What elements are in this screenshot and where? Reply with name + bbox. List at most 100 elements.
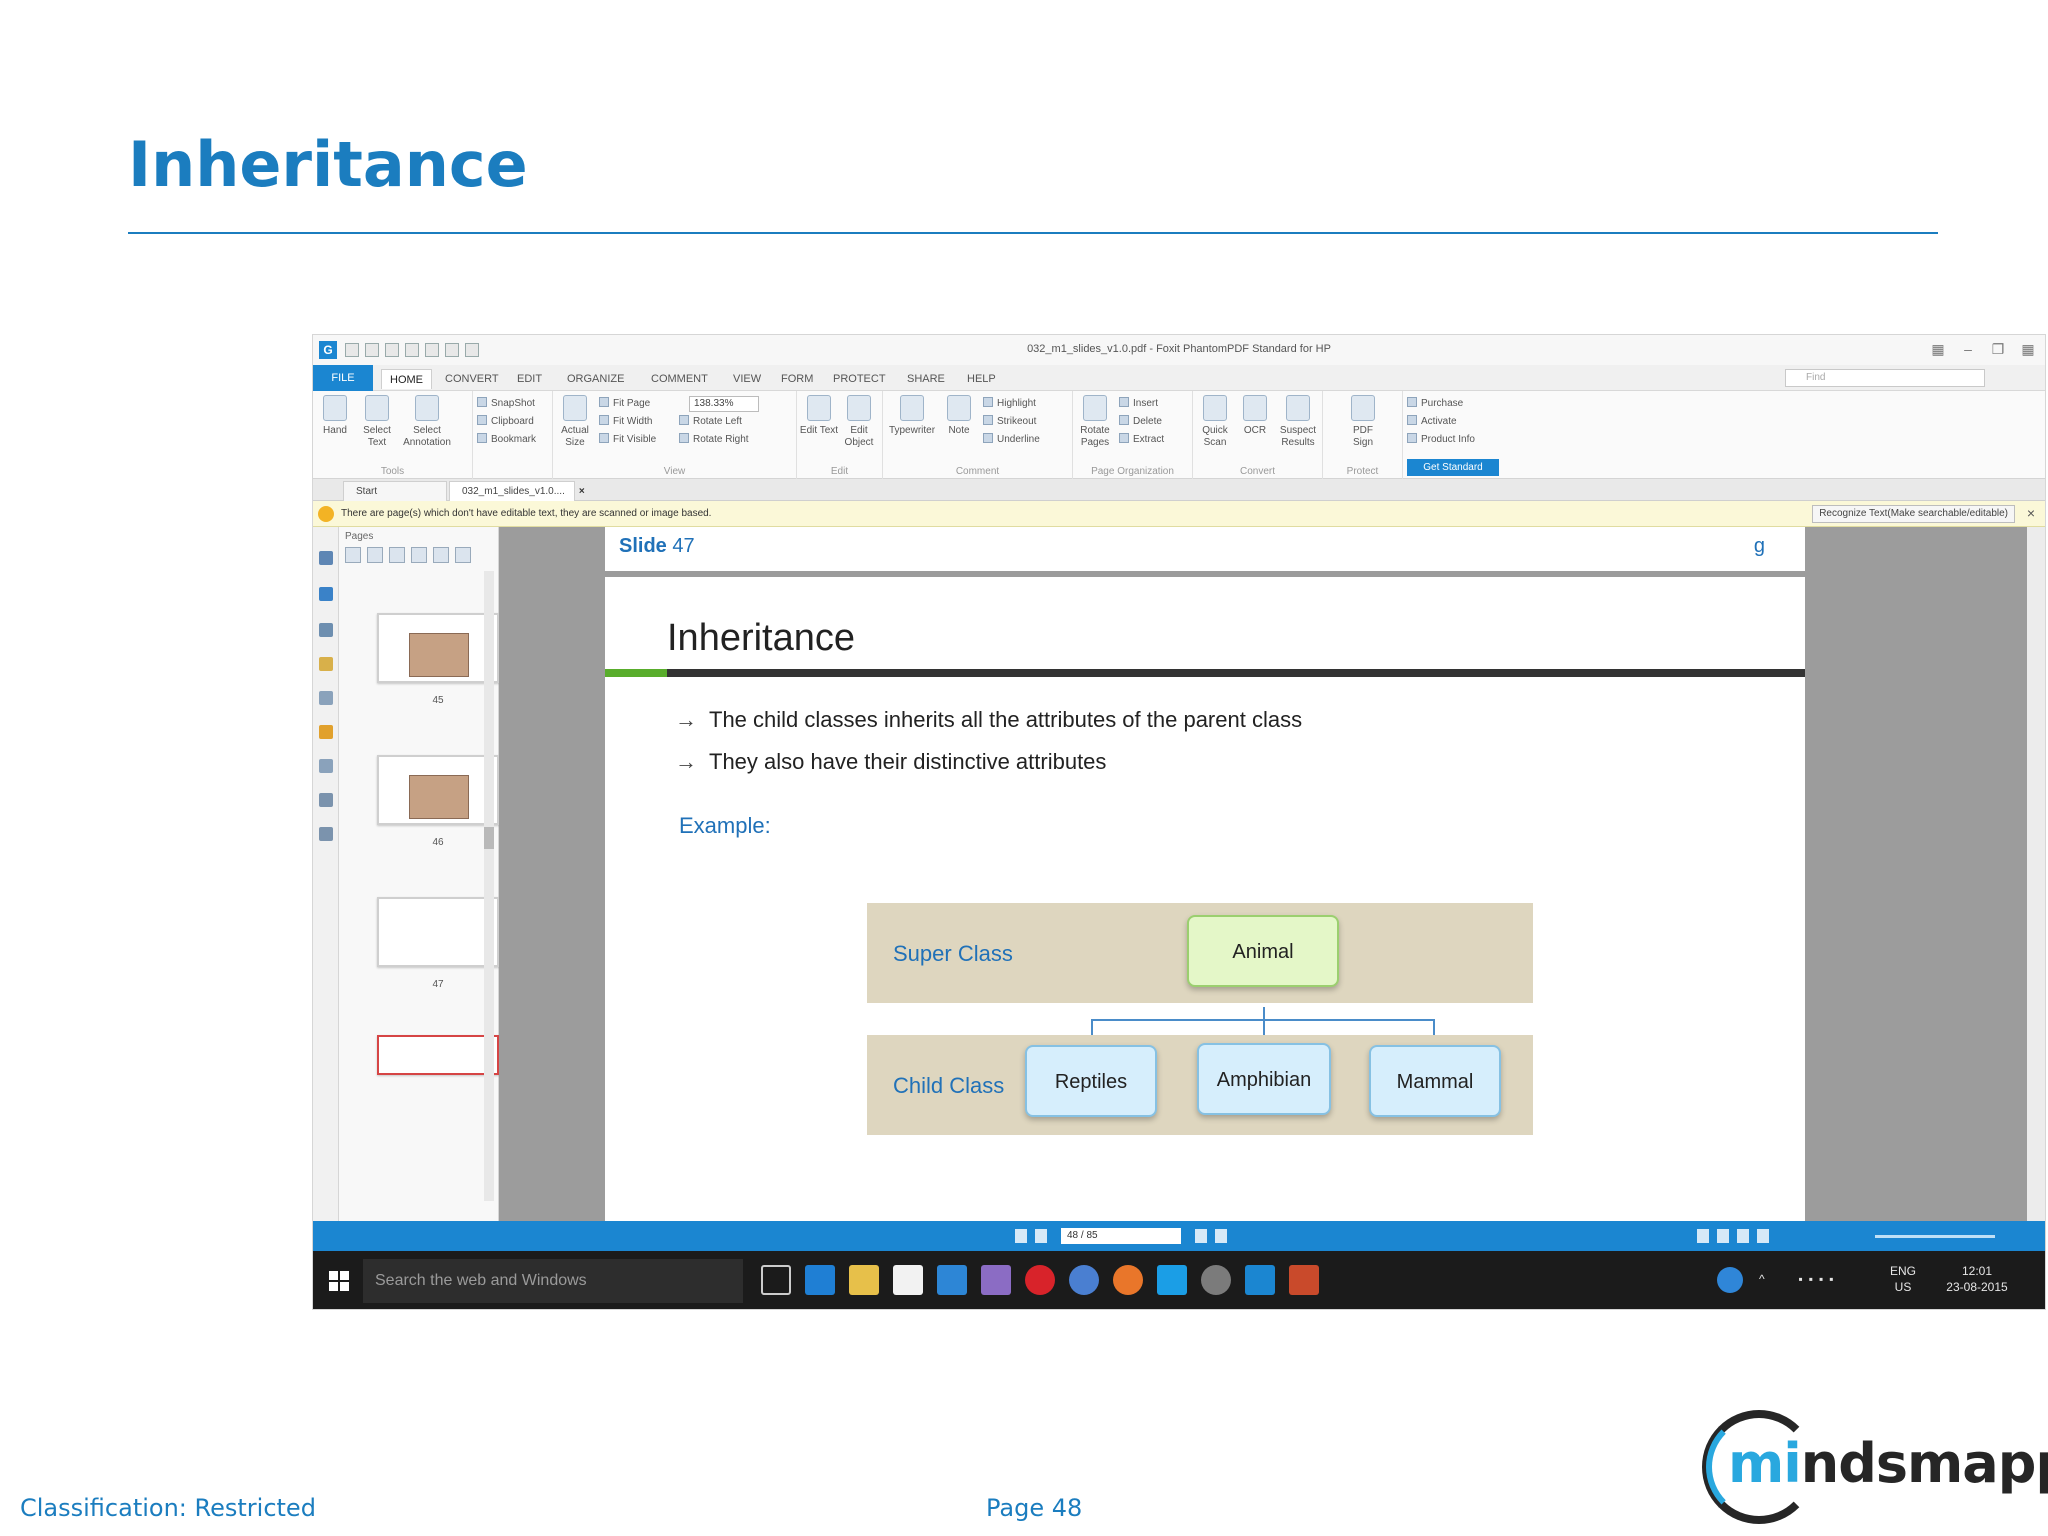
tab-document[interactable]: 032_m1_slides_v1.0.... ×	[449, 481, 585, 501]
tray-chevron-icon[interactable]: ^	[1759, 1271, 1765, 1287]
replace-page-icon[interactable]	[411, 547, 427, 563]
tab-comment[interactable]: COMMENT	[643, 369, 716, 389]
page-thumbnail[interactable]	[377, 613, 499, 683]
pages-scroll-thumb[interactable]	[484, 827, 494, 849]
extract-page-icon[interactable]	[455, 547, 471, 563]
rotate-left-button[interactable]: Rotate Left	[679, 413, 742, 431]
pages-scrollbar[interactable]	[484, 571, 494, 1201]
delete-button[interactable]: Delete	[1119, 413, 1162, 431]
attachment-icon[interactable]	[319, 691, 333, 705]
next-page-icon[interactable]	[1195, 1229, 1207, 1243]
tools-icon[interactable]	[319, 827, 333, 841]
minimize-icon[interactable]: –	[1957, 341, 1979, 357]
quick-scan-button[interactable]: Quick Scan	[1195, 395, 1235, 449]
foxit-taskbar-icon[interactable]	[1245, 1265, 1275, 1295]
underline-button[interactable]: Underline	[983, 431, 1040, 449]
product-info-button[interactable]: Product Info	[1407, 431, 1475, 449]
delete-page-icon[interactable]	[433, 547, 449, 563]
zoom-select[interactable]: 138.33%	[689, 396, 759, 412]
skype-icon[interactable]	[1157, 1265, 1187, 1295]
clock[interactable]: 12:01 23-08-2015	[1937, 1263, 2017, 1295]
edge-icon[interactable]	[805, 1265, 835, 1295]
app-icon[interactable]	[981, 1265, 1011, 1295]
close-window-icon[interactable]: ▦	[2017, 341, 2039, 357]
first-page-icon[interactable]	[1015, 1229, 1027, 1243]
fit-visible-button[interactable]: Fit Visible	[599, 431, 656, 449]
page-number-input[interactable]: 48 / 85	[1061, 1228, 1181, 1244]
tab-share[interactable]: SHARE	[899, 369, 953, 389]
strikeout-button[interactable]: Strikeout	[983, 413, 1036, 431]
close-tab-icon[interactable]: ×	[579, 486, 585, 497]
layout-icon[interactable]: ▦	[1927, 341, 1949, 357]
comments-icon[interactable]	[319, 657, 333, 671]
layers-icon[interactable]	[319, 623, 333, 637]
dropbox-icon[interactable]	[937, 1265, 967, 1295]
windows-start-icon[interactable]	[329, 1271, 349, 1291]
restore-icon[interactable]: ❐	[1987, 341, 2009, 357]
note-button[interactable]: Note	[939, 395, 979, 437]
single-page-icon[interactable]	[1697, 1229, 1709, 1243]
tab-form[interactable]: FORM	[773, 369, 821, 389]
settings-icon[interactable]	[1201, 1265, 1231, 1295]
select-annotation-button[interactable]: Select Annotation	[399, 395, 455, 449]
bookmark-button[interactable]: Bookmark	[477, 431, 536, 449]
extract-button[interactable]: Extract	[1119, 431, 1164, 449]
edit-object-button[interactable]: Edit Object	[839, 395, 879, 449]
get-standard-button[interactable]: Get Standard	[1407, 459, 1499, 476]
page-thumbnail-current[interactable]	[377, 1035, 499, 1075]
edit-text-button[interactable]: Edit Text	[799, 395, 839, 437]
page-thumbnail[interactable]	[377, 897, 499, 967]
zoom-slider[interactable]	[1875, 1235, 1995, 1238]
file-search-icon[interactable]	[319, 759, 333, 773]
clipboard-button[interactable]: Clipboard	[477, 413, 534, 431]
tab-convert[interactable]: CONVERT	[437, 369, 507, 389]
firefox-icon[interactable]	[1113, 1265, 1143, 1295]
hand-button[interactable]: Hand	[315, 395, 355, 437]
last-page-icon[interactable]	[1215, 1229, 1227, 1243]
fit-page-button[interactable]: Fit Page	[599, 395, 650, 413]
snapshot-button[interactable]: SnapShot	[477, 395, 535, 413]
tab-help[interactable]: HELP	[959, 369, 1004, 389]
chrome-icon[interactable]	[1069, 1265, 1099, 1295]
tab-start[interactable]: Start	[343, 481, 447, 501]
insert-page-icon[interactable]	[389, 547, 405, 563]
activate-button[interactable]: Activate	[1407, 413, 1457, 431]
insert-button[interactable]: Insert	[1119, 395, 1158, 413]
tab-home[interactable]: HOME	[381, 369, 432, 389]
continuous-icon[interactable]	[1717, 1229, 1729, 1243]
task-view-icon[interactable]	[761, 1265, 791, 1295]
language-indicator[interactable]: ENG US	[1883, 1263, 1923, 1295]
zoom-out-page-icon[interactable]	[367, 547, 383, 563]
system-tray-icons[interactable]: ▪▪▪▪	[1779, 1271, 1859, 1287]
zoom-in-page-icon[interactable]	[345, 547, 361, 563]
rotate-pages-button[interactable]: Rotate Pages	[1075, 395, 1115, 449]
tab-organize[interactable]: ORGANIZE	[559, 369, 632, 389]
content-icon[interactable]	[319, 793, 333, 807]
actual-size-button[interactable]: Actual Size	[555, 395, 595, 449]
tab-protect[interactable]: PROTECT	[825, 369, 894, 389]
document-scrollbar[interactable]	[2027, 527, 2045, 1221]
fit-width-button[interactable]: Fit Width	[599, 413, 652, 431]
suspect-results-button[interactable]: Suspect Results	[1275, 395, 1321, 449]
select-text-button[interactable]: Select Text	[357, 395, 397, 449]
recognize-text-button[interactable]: Recognize Text(Make searchable/editable)	[1812, 505, 2015, 523]
lock-icon[interactable]	[319, 725, 333, 739]
file-explorer-icon[interactable]	[849, 1265, 879, 1295]
typewriter-button[interactable]: Typewriter	[885, 395, 939, 437]
help-icon[interactable]	[1717, 1267, 1743, 1293]
tab-view[interactable]: VIEW	[725, 369, 769, 389]
facing-icon[interactable]	[1737, 1229, 1749, 1243]
close-icon[interactable]: ×	[2027, 505, 2035, 521]
pages-icon[interactable]	[319, 587, 333, 601]
rotate-right-button[interactable]: Rotate Right	[679, 431, 749, 449]
highlight-button[interactable]: Highlight	[983, 395, 1036, 413]
opera-icon[interactable]	[1025, 1265, 1055, 1295]
tab-edit[interactable]: EDIT	[509, 369, 550, 389]
store-icon[interactable]	[893, 1265, 923, 1295]
cover-icon[interactable]	[1757, 1229, 1769, 1243]
prev-page-icon[interactable]	[1035, 1229, 1047, 1243]
purchase-button[interactable]: Purchase	[1407, 395, 1463, 413]
pdf-sign-button[interactable]: PDF Sign	[1343, 395, 1383, 449]
page-thumbnail[interactable]	[377, 755, 499, 825]
tab-file[interactable]: FILE	[313, 365, 373, 391]
